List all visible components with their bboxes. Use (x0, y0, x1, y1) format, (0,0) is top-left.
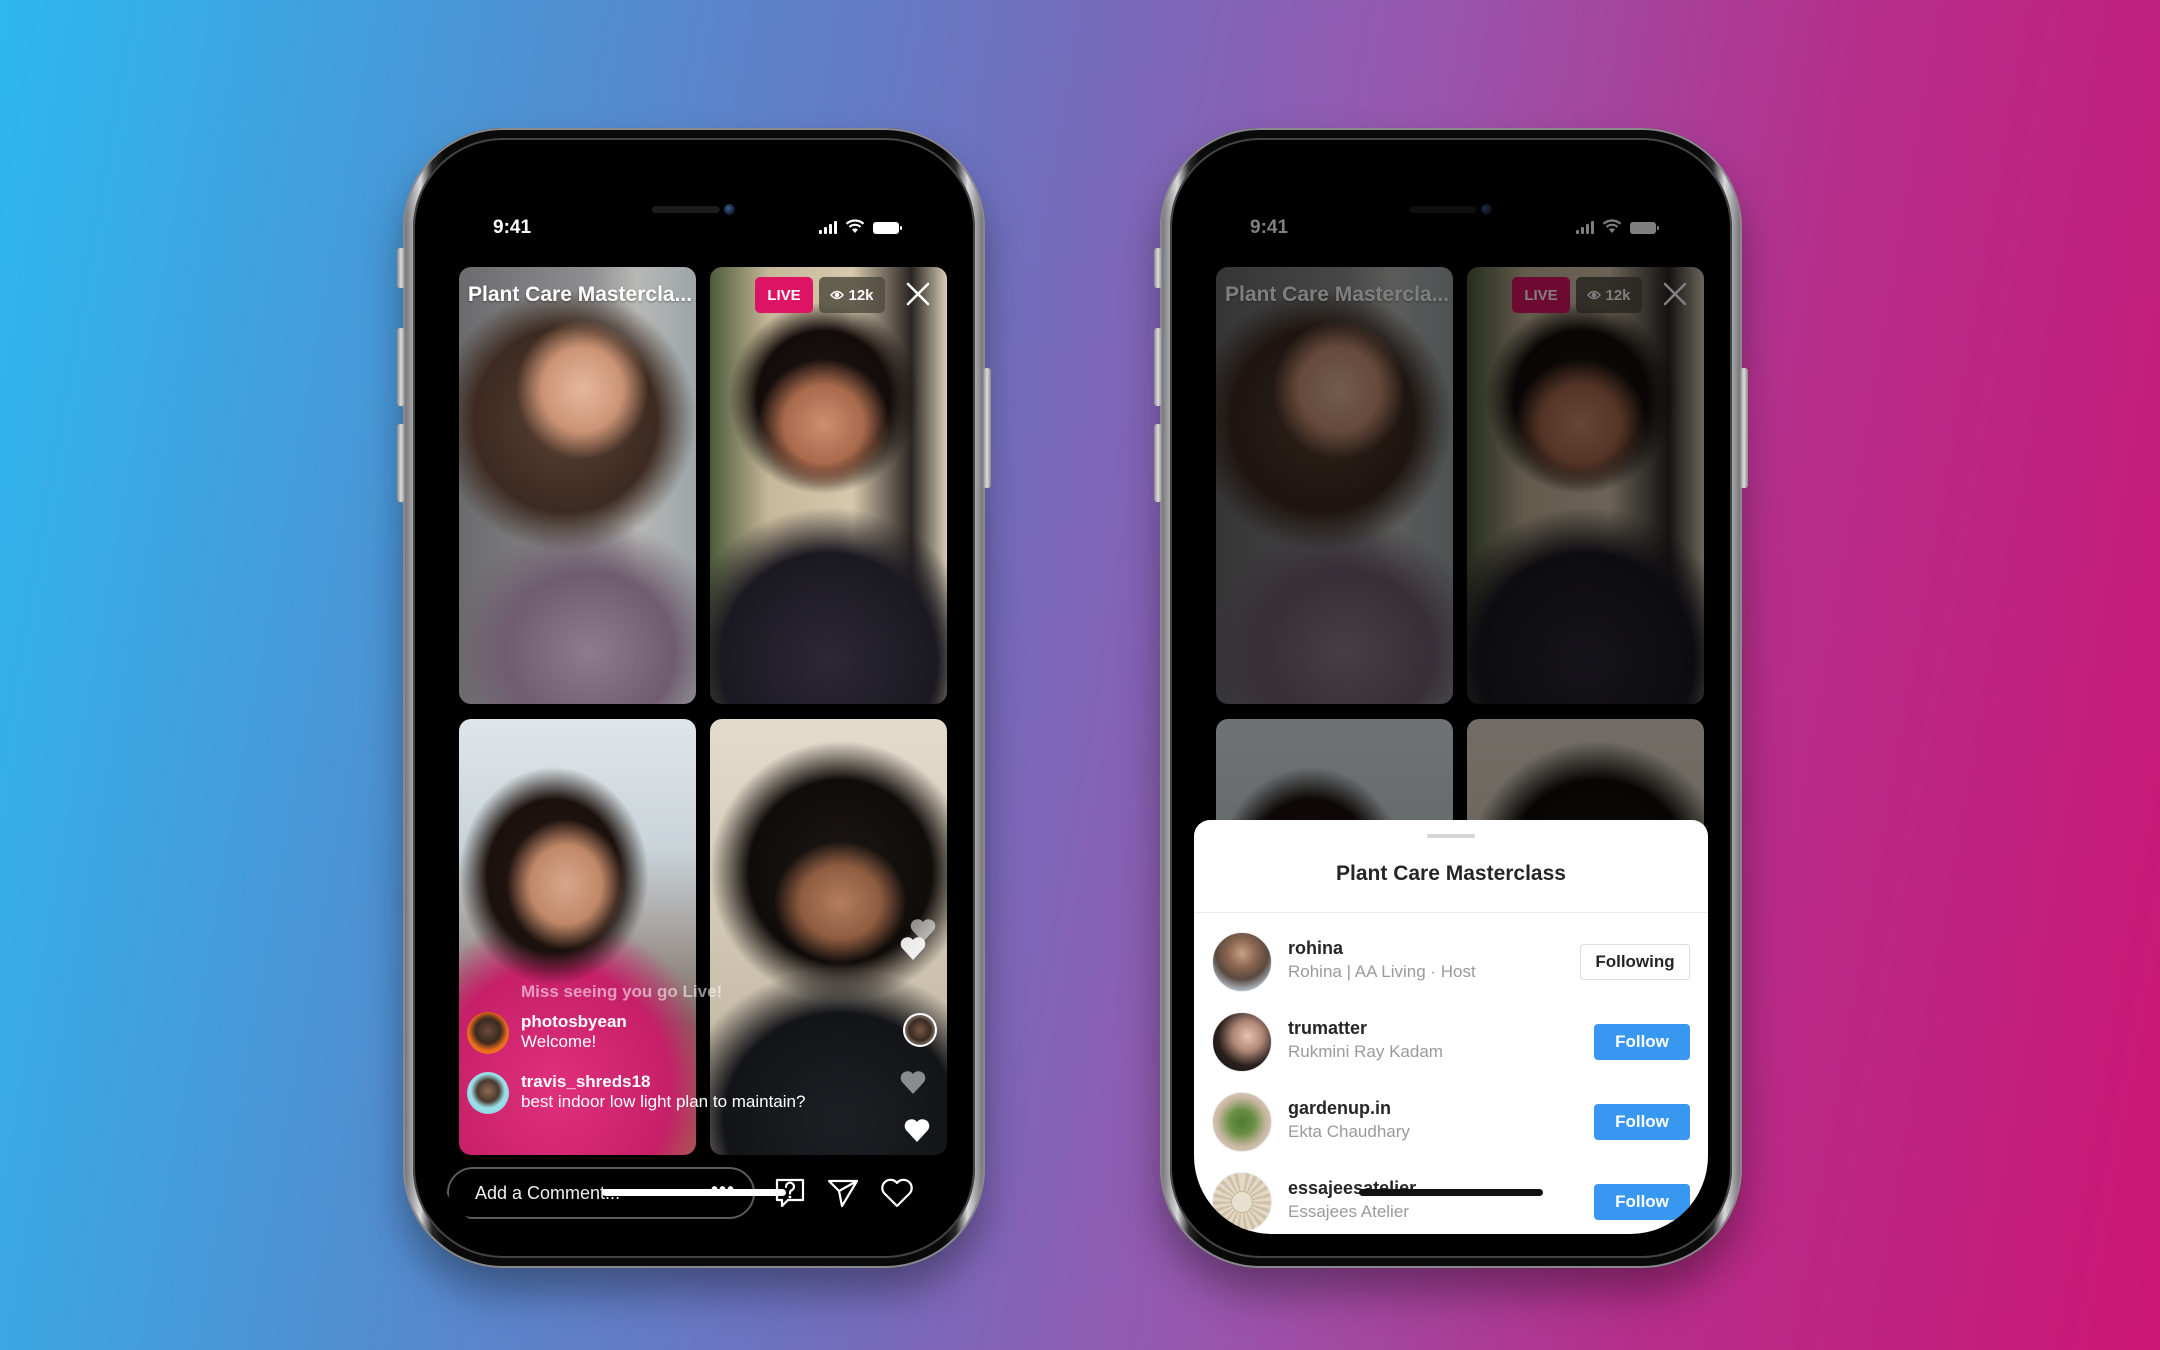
comment-item: photosbyean Welcome! (467, 1012, 627, 1054)
status-bar: 9:41 (437, 214, 951, 244)
screen: 9:41 Plant Care (437, 162, 951, 1234)
participants-sheet: Plant Care Masterclass rohina Rohina | A… (1194, 820, 1708, 1234)
following-button[interactable]: Following (1580, 944, 1690, 980)
eye-icon (830, 290, 845, 300)
participant-fullname: Rukmini Ray Kadam (1288, 1042, 1443, 1061)
volume-down-button (397, 424, 405, 502)
commenter-avatar[interactable] (467, 1072, 509, 1114)
share-icon[interactable] (825, 1175, 861, 1211)
participant-username[interactable]: trumatter (1288, 1018, 1367, 1039)
live-title[interactable]: Plant Care Mastercla... (468, 283, 692, 307)
participant-avatar[interactable] (1212, 1012, 1272, 1072)
viewer-count-badge[interactable]: 12k (819, 277, 885, 313)
battery-icon (873, 222, 902, 234)
participant-row[interactable]: essajeesatelier Essajees Atelier Follow (1212, 1172, 1690, 1234)
speaker (651, 206, 720, 213)
phone-participants-view: 9:41 Plant Care (1154, 128, 1748, 1268)
like-icon[interactable] (879, 1175, 915, 1211)
status-icons (819, 219, 902, 234)
participant-avatar[interactable] (1212, 1092, 1272, 1152)
power-button (1740, 368, 1748, 488)
comment-faded: Miss seeing you go Live! (521, 982, 723, 1001)
volume-up-button (397, 328, 405, 406)
follow-button[interactable]: Follow (1594, 1024, 1690, 1060)
sheet-title: Plant Care Masterclass (1336, 862, 1566, 885)
participant-fullname: Rohina | AA Living · Host (1288, 962, 1476, 981)
participant-fullname: Ekta Chaudhary (1288, 1122, 1410, 1141)
participant-username[interactable]: rohina (1288, 938, 1343, 959)
home-indicator[interactable] (602, 1189, 786, 1196)
wifi-icon (845, 219, 865, 233)
reaction-avatar (903, 1013, 937, 1047)
close-icon[interactable] (903, 279, 933, 309)
participant-row[interactable]: rohina Rohina | AA Living · Host Followi… (1212, 932, 1690, 994)
screen: 9:41 Plant Care (1194, 162, 1708, 1234)
heart-icon (904, 1119, 930, 1142)
mute-switch (1154, 248, 1162, 288)
viewer-count: 12k (848, 286, 874, 304)
volume-up-button (1154, 328, 1162, 406)
sheet-grabber[interactable] (1427, 834, 1475, 838)
comment-username[interactable]: travis_shreds18 (521, 1072, 805, 1092)
participant-avatar[interactable] (1212, 932, 1272, 992)
participant-username[interactable]: gardenup.in (1288, 1098, 1391, 1119)
participant-avatar[interactable] (1212, 1172, 1272, 1232)
comment-message: Welcome! (521, 1032, 597, 1051)
power-button (983, 368, 991, 488)
participant-fullname: Essajees Atelier (1288, 1202, 1409, 1221)
mute-switch (397, 248, 405, 288)
status-time: 9:41 (493, 217, 532, 238)
floating-reactions (889, 917, 939, 1147)
live-badge: LIVE (755, 277, 813, 313)
video-tile-host[interactable] (459, 267, 696, 704)
divider (1194, 912, 1708, 913)
commenter-avatar[interactable] (467, 1012, 509, 1054)
participant-row[interactable]: trumatter Rukmini Ray Kadam Follow (1212, 1012, 1690, 1074)
video-grid: Plant Care Mastercla... LIVE 12k Miss se… (459, 267, 947, 1155)
phone-bezel: 9:41 Plant Care (413, 138, 975, 1258)
heart-icon (900, 1071, 926, 1094)
volume-down-button (1154, 424, 1162, 502)
phone-bezel: 9:41 Plant Care (1170, 138, 1732, 1258)
follow-button[interactable]: Follow (1594, 1184, 1690, 1220)
home-indicator[interactable] (1359, 1189, 1543, 1196)
comment-item: travis_shreds18 best indoor low light pl… (467, 1072, 805, 1114)
follow-button[interactable]: Follow (1594, 1104, 1690, 1140)
video-tile-guest-1[interactable] (710, 267, 947, 704)
heart-icon (900, 937, 926, 960)
phone-live-view: 9:41 Plant Care Mastercla... LIVE 12k Mi… (397, 128, 991, 1268)
cellular-signal-icon (819, 220, 837, 234)
comment-placeholder: Add a Comment... (475, 1182, 621, 1203)
participant-row[interactable]: gardenup.in Ekta Chaudhary Follow (1212, 1092, 1690, 1154)
comment-message: best indoor low light plan to maintain? (521, 1092, 806, 1111)
comment-username[interactable]: photosbyean (521, 1012, 627, 1032)
